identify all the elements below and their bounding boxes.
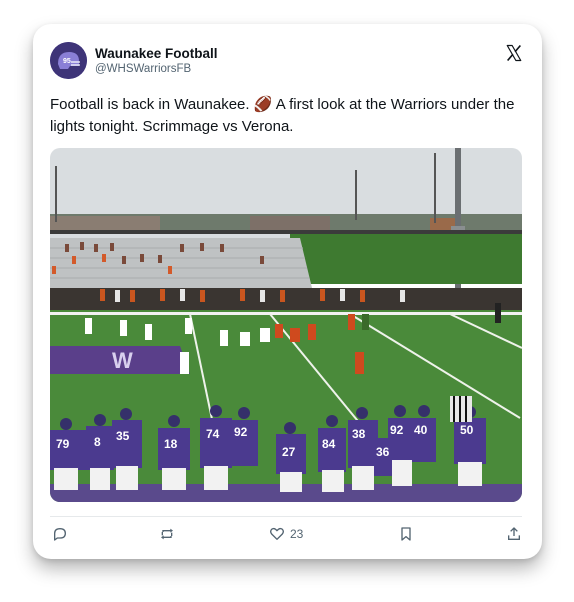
author-handle[interactable]: @WHSWarriorsFB [95,63,191,75]
jersey-number: 40 [414,423,428,437]
x-logo-icon[interactable] [505,44,523,62]
reply-icon [54,528,66,541]
jersey-number: 79 [56,437,70,451]
post-photo[interactable]: W 79 8 35 18 74 92 27 84 38 36 92 40 50 [50,148,522,502]
jersey-number: 74 [206,427,220,441]
jersey-number: 18 [164,437,178,451]
jersey-number: 27 [282,445,296,459]
share-icon [508,527,520,540]
post-text: Football is back in Waunakee. 🏈 A first … [50,96,515,135]
football-field-photo: W 79 8 35 18 74 92 27 84 38 36 92 40 50 [50,148,522,502]
jersey-number: 8 [94,435,101,449]
like-count: 23 [290,527,304,541]
divider [50,516,522,517]
jersey-number: 84 [322,437,336,451]
post-card: 95 Waunakee Football @WHSWarriorsFB Foot… [33,24,542,559]
post-header: 95 Waunakee Football @WHSWarriorsFB [50,42,525,82]
repost-icon [161,528,173,540]
jersey-number: 36 [376,445,390,459]
bookmark-button[interactable] [398,526,414,542]
action-bar: 23 [50,524,522,548]
bookmark-icon [401,527,411,541]
jersey-number: 35 [116,429,130,443]
jersey-number: 38 [352,427,366,441]
helmet-logo-icon: 95 [50,42,87,79]
svg-text:95: 95 [63,58,71,65]
heart-icon [270,527,284,540]
author-name[interactable]: Waunakee Football [95,46,218,61]
field-logo-letter: W [112,348,133,373]
reply-button[interactable] [52,526,68,542]
jersey-number: 92 [390,423,404,437]
jersey-number: 92 [234,425,248,439]
avatar[interactable]: 95 [50,42,87,79]
repost-button[interactable] [159,526,175,542]
jersey-number: 50 [460,423,474,437]
like-button[interactable]: 23 [269,526,303,542]
share-button[interactable] [506,526,522,542]
